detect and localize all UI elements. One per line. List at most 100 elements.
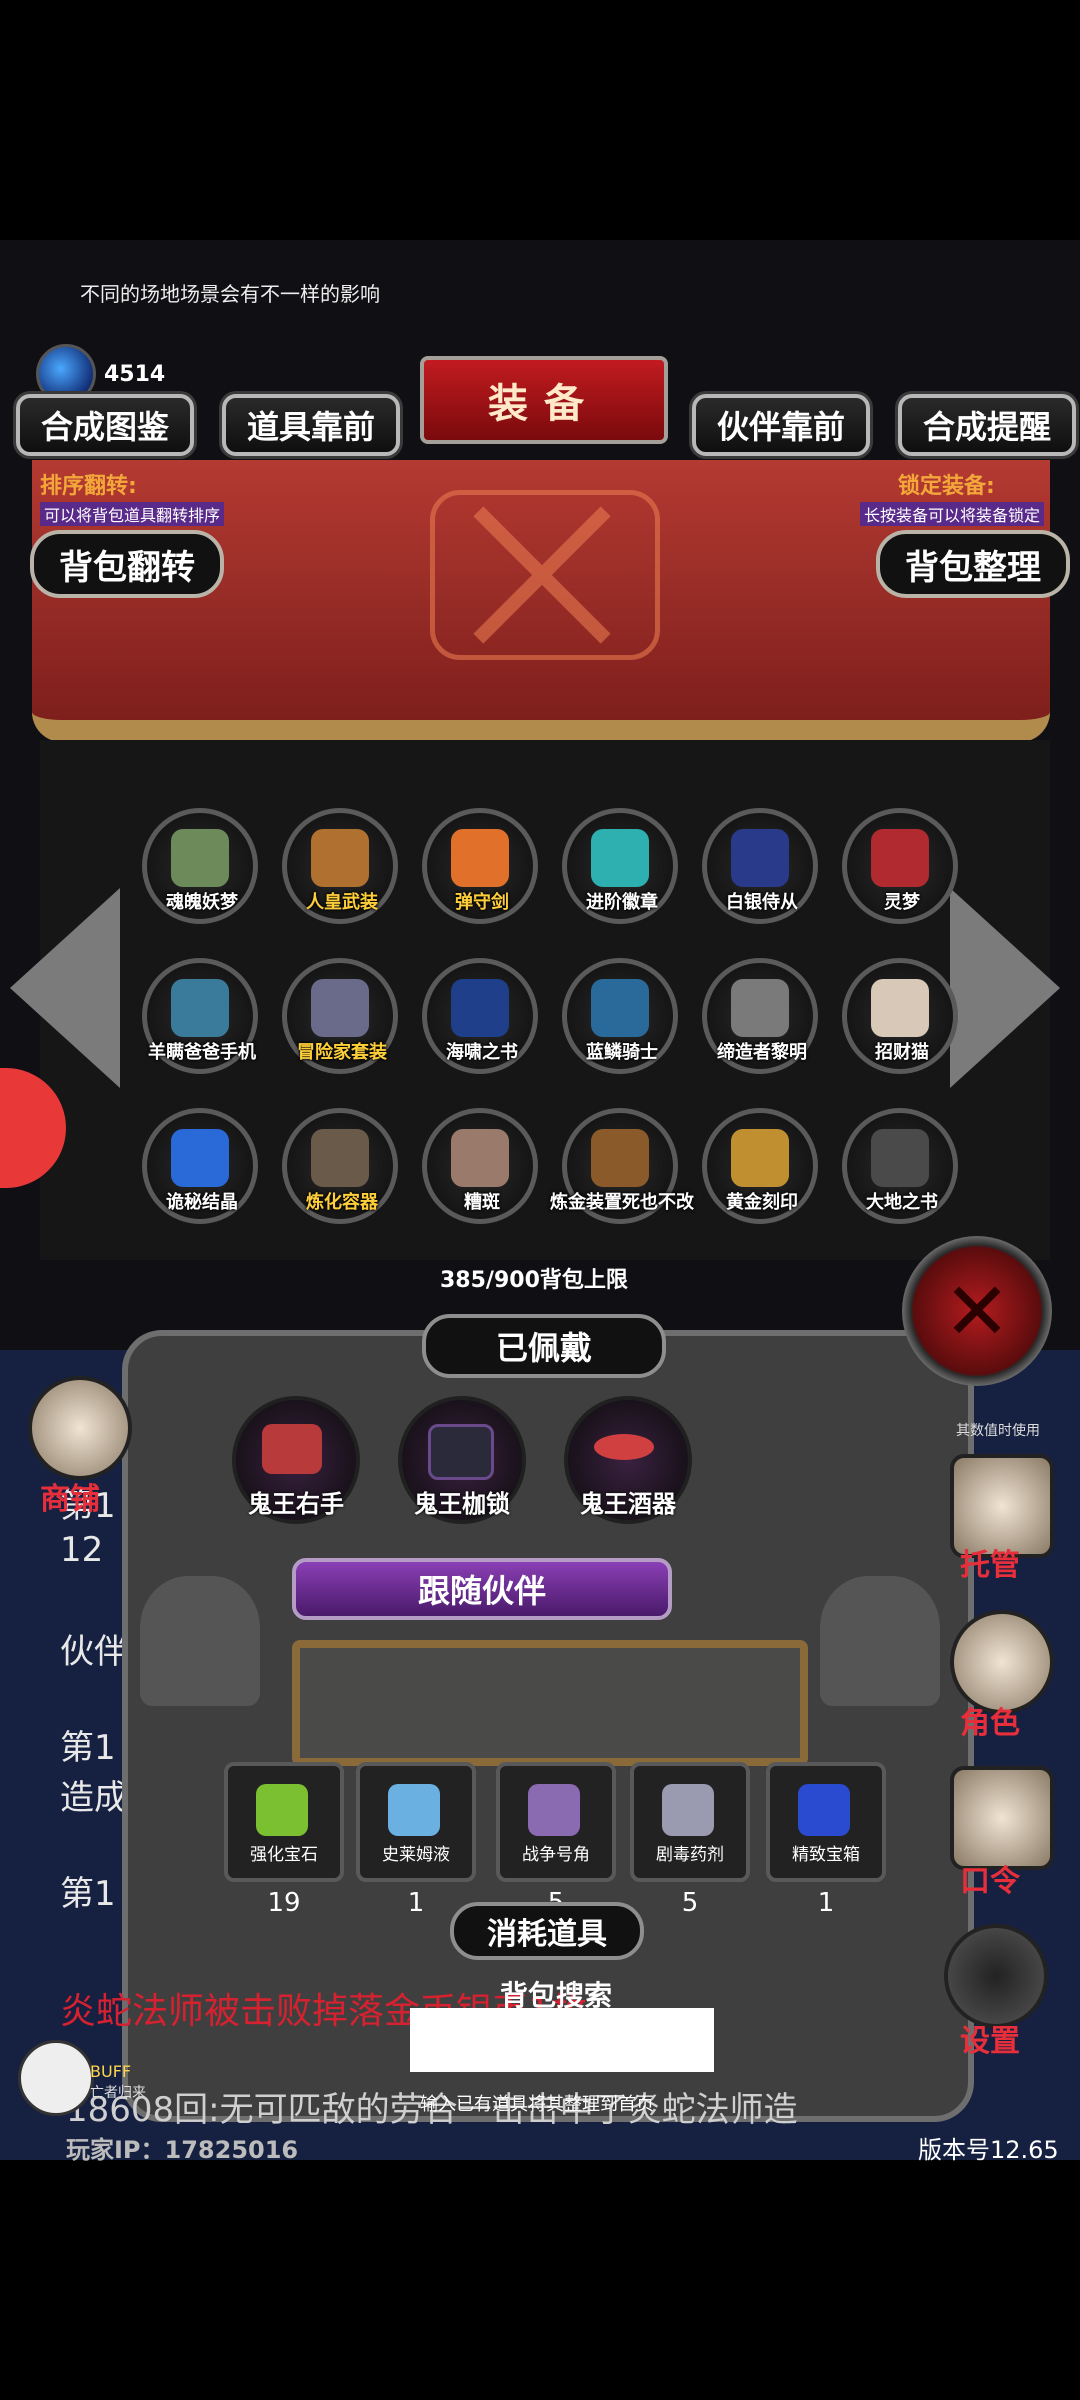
synth-guide-button[interactable]: 合成图鉴 <box>16 394 194 456</box>
sort-bag-button[interactable]: 背包整理 <box>876 530 1070 598</box>
consumable-slot[interactable]: 精致宝箱 1 <box>766 1762 886 1918</box>
inventory-item[interactable]: 糟斑 <box>422 1108 538 1224</box>
inventory-item[interactable]: 黄金刻印 <box>702 1108 818 1224</box>
items-first-button[interactable]: 道具靠前 <box>222 394 400 456</box>
log-line: 12 <box>60 1530 104 1570</box>
equip-slot-label: 鬼王右手 <box>248 1490 344 1518</box>
equip-slot[interactable]: 鬼王枷锁 <box>398 1396 526 1524</box>
inventory-item-label: 炼化容器 <box>306 1192 378 1213</box>
crossed-swords-emblem-icon <box>430 490 660 660</box>
currency-amount: 4514 <box>104 362 166 387</box>
version: 版本号12.65 <box>918 2136 1059 2164</box>
inventory-item-icon <box>871 829 929 887</box>
prev-page-arrow-icon[interactable] <box>10 888 120 1088</box>
inventory-item[interactable]: 蓝鳞骑士 <box>562 958 678 1074</box>
consumables-title: 消耗道具 <box>450 1902 644 1960</box>
consumable-label: 史莱姆液 <box>382 1845 450 1865</box>
lock-label: 锁定装备: <box>898 474 995 499</box>
gear-icon[interactable] <box>944 1924 1048 2028</box>
inventory-item-icon <box>451 1129 509 1187</box>
flip-bag-button[interactable]: 背包翻转 <box>30 530 224 598</box>
inventory-item-icon <box>731 979 789 1037</box>
partner-first-button[interactable]: 伙伴靠前 <box>692 394 870 456</box>
sort-desc: 可以将背包道具翻转排序 <box>40 502 225 526</box>
consumable-label: 精致宝箱 <box>792 1845 860 1865</box>
consumable-slot[interactable]: 战争号角5 <box>496 1762 616 1918</box>
log-line: 伙伴 <box>60 1632 128 1672</box>
bag-search-hint: 输入已有道具将其整理到首页 <box>420 2094 654 2115</box>
inventory-item[interactable]: 灵梦 <box>842 808 958 924</box>
scroll-command-icon[interactable] <box>950 1766 1054 1870</box>
consumable-slot[interactable]: 强化宝石 19 <box>224 1762 344 1918</box>
log-line: 第1 <box>60 1874 116 1914</box>
hint-text: 不同的场地场景会有不一样的影响 <box>80 282 380 306</box>
inventory-item[interactable]: 大地之书 <box>842 1108 958 1224</box>
inventory-item[interactable]: 缔造者黎明 <box>702 958 818 1074</box>
consumable-icon <box>388 1784 440 1836</box>
inventory-item-label: 白银侍从 <box>726 892 798 913</box>
consumable-label: 剧毒药剂 <box>656 1845 724 1865</box>
bag-search-input[interactable] <box>410 2008 714 2072</box>
inventory-item[interactable]: 进阶徽章 <box>562 808 678 924</box>
inventory-item[interactable]: 魂魄妖梦 <box>142 808 258 924</box>
equipment-title: 装备 <box>420 356 668 444</box>
settings-label: 设置 <box>960 2024 1020 2059</box>
role-label: 角色 <box>960 1706 1020 1741</box>
partner-slot[interactable] <box>292 1640 808 1766</box>
shop-icon[interactable] <box>28 1376 132 1480</box>
synth-remind-button[interactable]: 合成提醒 <box>898 394 1076 456</box>
shop-label: 商铺 <box>40 1482 100 1517</box>
equip-slot-label: 鬼王酒器 <box>580 1490 676 1518</box>
inventory-item-label: 羊瞒爸爸手机 <box>148 1042 256 1063</box>
inventory-item-icon <box>591 979 649 1037</box>
close-icon[interactable]: ✕ <box>902 1236 1052 1386</box>
inventory-item-icon <box>171 1129 229 1187</box>
equip-slot[interactable]: 鬼王右手 <box>232 1396 360 1524</box>
inventory-item-label: 糟斑 <box>464 1192 500 1213</box>
consumable-count: 1 <box>817 1888 835 1918</box>
consumable-count: 5 <box>681 1888 699 1918</box>
consumable-slot[interactable]: 剧毒药剂 5 <box>630 1762 750 1918</box>
equip-slot-icon <box>594 1434 654 1460</box>
sort-label: 排序翻转: <box>40 474 137 499</box>
buff-sub: 亡者归来 <box>90 2085 146 2101</box>
inventory-item-label: 冒险家套装 <box>297 1042 387 1063</box>
inventory-item-icon <box>171 979 229 1037</box>
inventory-item[interactable]: 招财猫 <box>842 958 958 1074</box>
inventory-item[interactable]: 白银侍从 <box>702 808 818 924</box>
inventory-item-label: 缔造者黎明 <box>717 1042 807 1063</box>
inventory-item-label: 黄金刻印 <box>726 1192 798 1213</box>
inventory-item[interactable]: 炼金装置死也不改 <box>550 1108 694 1224</box>
player-ip: 玩家IP：17825016 <box>66 2136 299 2164</box>
inventory-item[interactable]: 冒险家套装 <box>282 958 398 1074</box>
inventory-item-icon <box>731 1129 789 1187</box>
inventory-item-icon <box>311 979 369 1037</box>
buff-label: BUFF <box>90 2062 132 2081</box>
inventory-item-icon <box>871 1129 929 1187</box>
inventory-item-icon <box>451 979 509 1037</box>
consumable-icon <box>798 1784 850 1836</box>
inventory-item-label: 炼金装置死也不改 <box>550 1192 694 1213</box>
bag-capacity: 385/900背包上限 <box>440 1268 628 1293</box>
inventory-item-label: 人皇武装 <box>306 892 378 913</box>
inventory-item-label: 大地之书 <box>866 1192 938 1213</box>
inventory-item-label: 蓝鳞骑士 <box>586 1042 658 1063</box>
inventory-item-icon <box>171 829 229 887</box>
auto-label: 托管 <box>960 1548 1020 1583</box>
inventory-item-label: 招财猫 <box>875 1042 929 1063</box>
inventory-item[interactable]: 诡秘结晶 <box>142 1108 258 1224</box>
equip-slot-icon <box>262 1424 322 1474</box>
equipped-title: 已佩戴 <box>422 1314 666 1378</box>
consumable-slot[interactable]: 史莱姆液 1 <box>356 1762 476 1918</box>
inventory-item[interactable]: 弹守剑 <box>422 808 538 924</box>
inventory-item[interactable]: 海啸之书 <box>422 958 538 1074</box>
inventory-item-label: 进阶徽章 <box>586 892 658 913</box>
value-note: 其数值时使用 <box>956 1423 1040 1439</box>
inventory-item[interactable]: 人皇武装 <box>282 808 398 924</box>
inventory-item-label: 弹守剑 <box>455 892 509 913</box>
inventory-item[interactable]: 羊瞒爸爸手机 <box>142 958 258 1074</box>
equip-slot[interactable]: 鬼王酒器 <box>564 1396 692 1524</box>
inventory-item[interactable]: 炼化容器 <box>282 1108 398 1224</box>
consumable-icon <box>528 1784 580 1836</box>
skull-buff-icon[interactable] <box>18 2040 94 2116</box>
